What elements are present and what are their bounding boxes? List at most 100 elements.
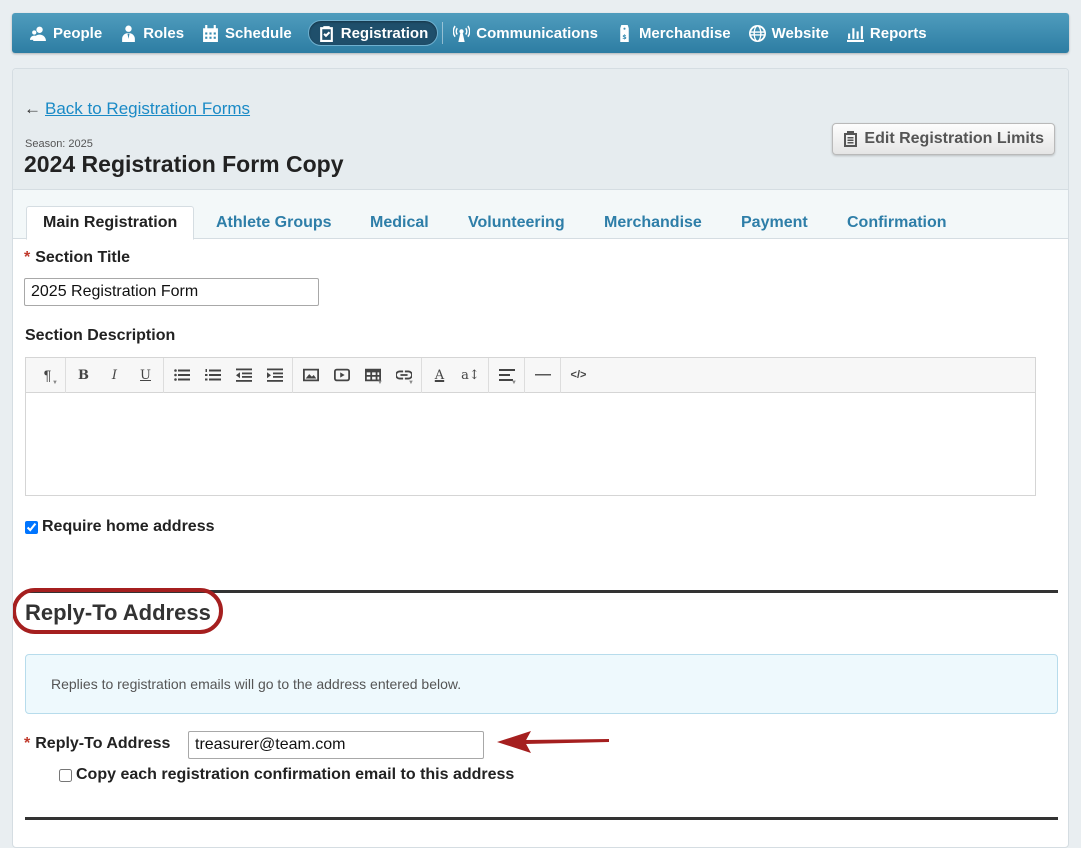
- outdent-button[interactable]: [228, 362, 259, 388]
- tab-volunteering[interactable]: Volunteering: [468, 207, 565, 239]
- nav-merchandise-label: Merchandise: [638, 24, 731, 42]
- back-arrow-icon: ←: [24, 99, 41, 118]
- italic-button[interactable]: I: [99, 362, 130, 388]
- annotation-arrow-icon: [497, 731, 609, 753]
- bar-chart-icon: [846, 25, 864, 42]
- editor-toolbar: ¶ ▼ B I U ▼ ▼ A a↕ ▼ </>: [26, 357, 1035, 393]
- code-view-button[interactable]: </>: [563, 362, 594, 388]
- require-home-address-label: Require home address: [42, 518, 215, 535]
- calendar-icon: [203, 24, 218, 42]
- code-icon: </>: [570, 369, 587, 381]
- form-tabs: Main Registration Athlete Groups Medical…: [13, 190, 1068, 240]
- season-label: Season: 2025: [25, 138, 93, 150]
- toolbar-divider: [292, 357, 293, 393]
- horizontal-rule-button[interactable]: [527, 362, 558, 388]
- insert-video-button[interactable]: [326, 362, 357, 388]
- copy-confirmation-checkbox[interactable]: [59, 768, 72, 782]
- indent-button[interactable]: [259, 362, 290, 388]
- nav-website[interactable]: Website: [747, 20, 837, 46]
- nav-communications-label: Communications: [476, 24, 598, 42]
- toolbar-divider: [421, 357, 422, 393]
- tab-medical[interactable]: Medical: [370, 207, 429, 239]
- nav-roles[interactable]: Roles: [118, 20, 192, 46]
- top-navigation: People Roles Schedule Registration Commu…: [12, 13, 1069, 53]
- reply-to-address-input[interactable]: [188, 731, 484, 759]
- edit-registration-limits-button[interactable]: Edit Registration Limits: [832, 123, 1055, 155]
- font-size-icon: a↕: [461, 367, 480, 383]
- required-marker: *: [24, 735, 31, 752]
- image-icon: [302, 368, 319, 382]
- paragraph-style-button[interactable]: ¶ ▼: [32, 362, 63, 388]
- paragraph-icon: ¶: [43, 367, 52, 383]
- tab-athlete-groups[interactable]: Athlete Groups: [216, 207, 332, 239]
- nav-roles-label: Roles: [143, 24, 185, 42]
- back-to-registration-forms-link[interactable]: Back to Registration Forms: [45, 99, 250, 118]
- bold-icon: B: [78, 367, 89, 383]
- font-color-button[interactable]: A: [424, 362, 455, 388]
- price-tag-icon: $: [620, 24, 629, 42]
- nav-reports[interactable]: Reports: [845, 20, 935, 46]
- section-title-input[interactable]: [24, 278, 319, 306]
- font-size-button[interactable]: a↕: [455, 362, 486, 388]
- align-button[interactable]: ▼: [491, 362, 522, 388]
- registration-form-panel: ← Back to Registration Forms Season: 2025…: [12, 68, 1069, 848]
- horizontal-rule-icon: [534, 374, 551, 376]
- toolbar-divider: [65, 357, 66, 393]
- bold-button[interactable]: B: [68, 362, 99, 388]
- editor-content-area[interactable]: [26, 393, 1035, 495]
- underline-button[interactable]: U: [130, 362, 161, 388]
- antenna-icon: [453, 25, 471, 42]
- toolbar-divider: [163, 357, 164, 393]
- bulleted-list-icon: [173, 369, 190, 381]
- tab-payment[interactable]: Payment: [741, 207, 808, 239]
- reply-to-field-label: * Reply-To Address: [24, 735, 170, 753]
- nav-people-label: People: [53, 24, 103, 42]
- dropdown-caret-icon: ▼: [377, 380, 383, 386]
- nav-reports-label: Reports: [869, 24, 927, 42]
- underline-icon: U: [140, 367, 151, 383]
- numbered-list-icon: [204, 369, 221, 381]
- indent-icon: [266, 368, 283, 382]
- italic-icon: I: [111, 367, 118, 383]
- nav-communications[interactable]: Communications: [451, 20, 606, 46]
- panel-header: ← Back to Registration Forms Season: 2025…: [13, 69, 1068, 190]
- svg-text:$: $: [622, 32, 626, 40]
- copy-confirmation-label: Copy each registration confirmation emai…: [76, 766, 515, 783]
- reply-to-info-box: Replies to registration emails will go t…: [25, 654, 1058, 714]
- nav-schedule[interactable]: Schedule: [200, 20, 300, 46]
- page-title: 2024 Registration Form Copy: [24, 151, 344, 177]
- insert-link-button[interactable]: ▼: [388, 362, 419, 388]
- tab-merchandise[interactable]: Merchandise: [604, 207, 702, 239]
- copy-confirmation-row[interactable]: Copy each registration confirmation emai…: [59, 766, 514, 784]
- roles-icon: [122, 25, 136, 42]
- edit-registration-limits-label: Edit Registration Limits: [864, 130, 1044, 147]
- numbered-list-button[interactable]: [197, 362, 228, 388]
- require-home-address-checkbox[interactable]: [25, 520, 38, 534]
- nav-separator: [442, 22, 444, 44]
- require-home-address-row[interactable]: Require home address: [25, 518, 215, 536]
- toolbar-divider: [524, 357, 525, 393]
- section-description-editor: ¶ ▼ B I U ▼ ▼ A a↕ ▼ </>: [25, 357, 1036, 496]
- toolbar-divider: [560, 357, 561, 393]
- bulleted-list-button[interactable]: [166, 362, 197, 388]
- insert-table-button[interactable]: ▼: [357, 362, 388, 388]
- toolbar-divider: [488, 357, 489, 393]
- tab-main-registration[interactable]: Main Registration: [26, 206, 195, 240]
- people-icon: [30, 26, 46, 41]
- reply-to-info-text: Replies to registration emails will go t…: [51, 676, 462, 692]
- outdent-icon: [235, 368, 252, 382]
- required-marker: *: [24, 249, 31, 266]
- nav-registration[interactable]: Registration: [307, 20, 439, 46]
- dropdown-caret-icon: ▼: [408, 380, 414, 386]
- nav-people[interactable]: People: [28, 20, 110, 46]
- insert-image-button[interactable]: [295, 362, 326, 388]
- dropdown-caret-icon: ▼: [511, 380, 517, 386]
- clipboard-check-icon: [319, 25, 333, 42]
- section-description-label: Section Description: [25, 327, 176, 344]
- clipboard-list-icon: [844, 131, 858, 147]
- tab-confirmation[interactable]: Confirmation: [847, 207, 947, 239]
- nav-registration-label: Registration: [340, 24, 429, 42]
- section-title-label: * Section Title: [24, 249, 130, 267]
- annotation-highlight-ellipse: [13, 588, 223, 634]
- nav-merchandise[interactable]: $ Merchandise: [614, 20, 739, 46]
